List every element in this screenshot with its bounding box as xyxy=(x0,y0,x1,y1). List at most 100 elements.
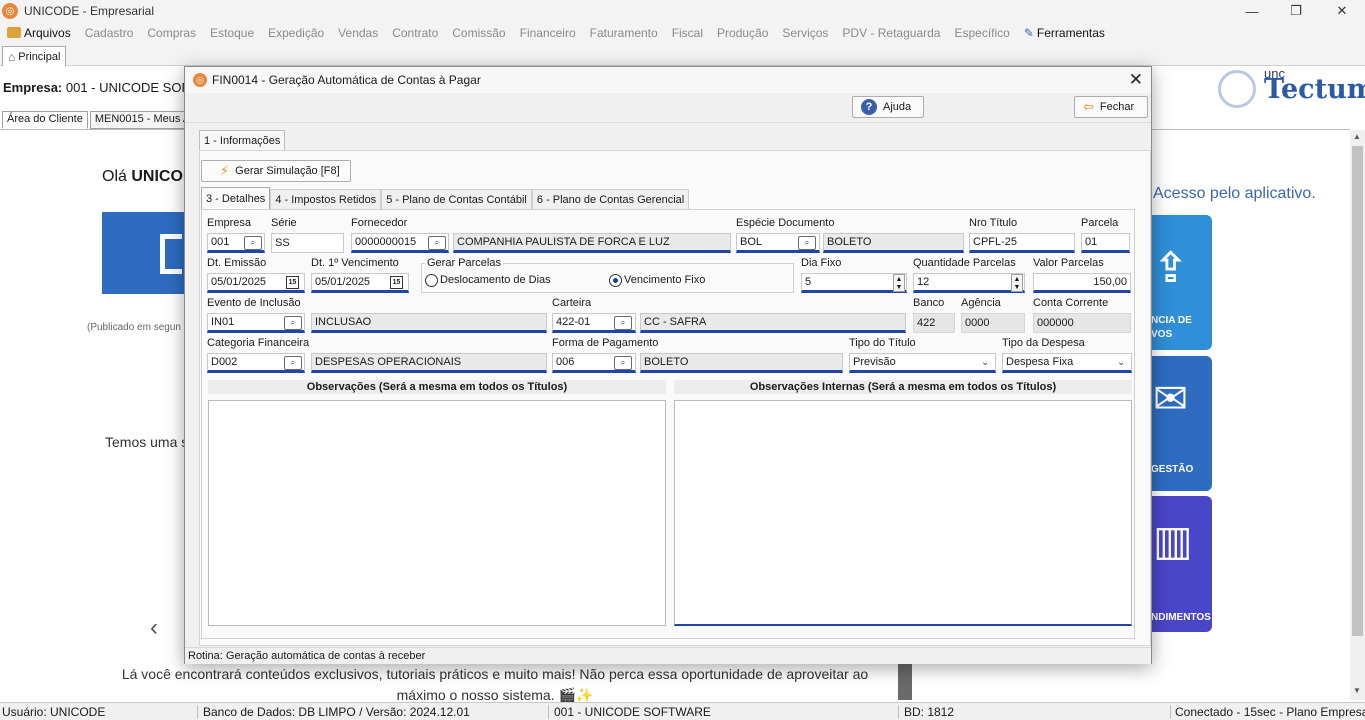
tab-principal[interactable]: ⌂ Principal xyxy=(2,46,67,66)
tipo-despesa-select[interactable]: Despesa Fixa xyxy=(1002,353,1132,373)
qtd-parcelas-spinner[interactable]: ▲ ▼ xyxy=(1011,274,1023,292)
tab-impostos-retidos[interactable]: 4 - Impostos Retidos xyxy=(270,189,382,209)
tools-icon: ✎ xyxy=(1023,26,1034,40)
window-title: UNICODE - Empresarial xyxy=(24,4,155,18)
status-bd: BD: 1812 xyxy=(904,705,955,719)
close-button[interactable]: ⇦ Fechar xyxy=(1074,96,1148,118)
tectum-logo: unc Tectum xyxy=(1218,66,1365,112)
evento-name-field: INCLUSAO xyxy=(311,313,547,333)
menu-cadastro[interactable]: Cadastro xyxy=(78,26,141,40)
dialog-title: FIN0014 - Geração Automática de Contas à… xyxy=(212,73,481,87)
tab-plano-gerencial[interactable]: 6 - Plano de Contas Gerencial xyxy=(531,189,690,209)
gerar-parcelas-label: Gerar Parcelas xyxy=(425,257,503,269)
valor-parcelas-field[interactable]: 150,00 xyxy=(1033,273,1131,293)
tipo-titulo-select[interactable]: Previsão xyxy=(849,353,996,373)
chevron-down-icon[interactable]: ⌄ xyxy=(1117,357,1125,368)
status-db: Banco de Dados: DB LIMPO / Versão: 2024.… xyxy=(203,705,470,719)
menu-faturamento[interactable]: Faturamento xyxy=(583,26,665,40)
card-transferencia[interactable]: ⇪ NCIA DE VOS xyxy=(1147,215,1212,350)
obs-textarea[interactable] xyxy=(208,400,666,626)
radio-vencimento-fixo-label[interactable]: Vencimento Fixo xyxy=(624,274,705,286)
menu-financeiro[interactable]: Financeiro xyxy=(513,26,583,40)
carteira-lookup-icon[interactable]: ⌕ xyxy=(614,316,632,330)
promo-text: Lá você encontrará conteúdos exclusivos,… xyxy=(121,666,869,703)
fornecedor-lookup-icon[interactable]: ⌕ xyxy=(428,236,446,250)
menu-ferramentas[interactable]: ✎ Ferramentas xyxy=(1017,26,1112,40)
scroll-down-icon[interactable]: ▼ xyxy=(1353,686,1361,695)
status-sep xyxy=(898,705,899,719)
agencia-label: Agência xyxy=(961,297,1001,309)
forma-pgto-label: Forma de Pagamento xyxy=(552,337,659,349)
evento-lookup-icon[interactable]: ⌕ xyxy=(284,316,302,330)
gear-icon xyxy=(1218,70,1256,108)
radio-deslocamento-label[interactable]: Deslocamento de Dias xyxy=(440,274,551,286)
parcela-field[interactable]: 01 xyxy=(1081,233,1130,253)
menu-servicos[interactable]: Serviços xyxy=(775,26,835,40)
chevron-down-icon[interactable]: ⌄ xyxy=(981,357,989,368)
tab-detalhes[interactable]: 3 - Detalhes xyxy=(201,187,271,209)
carousel-prev-icon[interactable]: ‹ xyxy=(150,614,158,642)
restore-button[interactable]: ❐ xyxy=(1273,0,1319,22)
scroll-thumb[interactable] xyxy=(1352,146,1363,636)
conta-label: Conta Corrente xyxy=(1033,297,1109,309)
help-icon: ? xyxy=(861,99,877,115)
qtd-parcelas-field[interactable]: 12 xyxy=(913,273,1025,293)
dialog-app-icon: ◎ xyxy=(193,73,207,87)
menu-producao[interactable]: Produção xyxy=(710,26,775,40)
calendar-icon[interactable]: 15 xyxy=(390,276,403,289)
valor-parcelas-label: Valor Parcelas xyxy=(1033,257,1104,269)
dialog-close-icon[interactable]: ✕ xyxy=(1129,70,1143,90)
dia-fixo-spinner[interactable]: ▲ ▼ xyxy=(893,274,905,292)
nro-titulo-field[interactable]: CPFL-25 xyxy=(969,233,1075,253)
help-button[interactable]: ? Ajuda xyxy=(852,96,924,118)
menu-pdv-retaguarda[interactable]: PDV - Retaguarda xyxy=(835,26,947,40)
categoria-lookup-icon[interactable]: ⌕ xyxy=(284,356,302,370)
upload-icon: ⇪ xyxy=(1153,244,1189,291)
menu-arquivos[interactable]: Arquivos xyxy=(0,26,78,40)
obs-internas-textarea[interactable] xyxy=(674,400,1132,626)
menu-compras[interactable]: Compras xyxy=(140,26,203,40)
parcela-label: Parcela xyxy=(1081,217,1119,229)
banco-label: Banco xyxy=(913,297,945,309)
detail-tabs: 3 - Detalhes 4 - Impostos Retidos 5 - Pl… xyxy=(201,187,690,209)
conta-field: 000000 xyxy=(1033,313,1131,333)
card-atendimentos[interactable]: ▥ NDIMENTOS xyxy=(1147,496,1212,632)
dia-fixo-label: Dia Fixo xyxy=(801,257,842,269)
tab-plano-contabil[interactable]: 5 - Plano de Contas Contábil xyxy=(381,189,532,209)
menu-vendas[interactable]: Vendas xyxy=(331,26,385,40)
calendar-icon[interactable]: 15 xyxy=(286,276,299,289)
forma-pgto-lookup-icon[interactable]: ⌕ xyxy=(614,356,632,370)
greeting: Olá UNICOI xyxy=(102,168,188,185)
radio-deslocamento[interactable] xyxy=(425,274,438,287)
chart-icon: ▥ xyxy=(1153,517,1193,564)
main-tabbar: ⌂ Principal xyxy=(0,44,1365,66)
tab-informacoes[interactable]: 1 - Informações xyxy=(199,130,286,150)
menu-estoque[interactable]: Estoque xyxy=(203,26,261,40)
serie-field[interactable]: SS xyxy=(271,233,344,253)
lightning-icon: ⚡ xyxy=(220,163,230,178)
menu-fiscal[interactable]: Fiscal xyxy=(665,26,710,40)
especie-lookup-icon[interactable]: ⌕ xyxy=(798,236,816,250)
menu-especifico[interactable]: Específico xyxy=(947,26,1016,40)
menu-contrato[interactable]: Contrato xyxy=(385,26,445,40)
menu-expedicao[interactable]: Expedição xyxy=(261,26,331,40)
radio-vencimento-fixo[interactable] xyxy=(609,274,622,287)
tab-area-cliente[interactable]: Área do Cliente xyxy=(2,111,88,129)
minimize-button[interactable]: — xyxy=(1229,0,1275,22)
close-window-button[interactable]: ✕ xyxy=(1319,0,1365,22)
serie-label: Série xyxy=(271,217,297,229)
especie-label: Espécie Documento xyxy=(736,217,835,229)
dia-fixo-field[interactable]: 5 xyxy=(801,273,907,293)
card-gestao[interactable]: ✉ GESTÃO xyxy=(1147,356,1212,491)
window-titlebar: ◎ UNICODE - Empresarial — ❐ ✕ xyxy=(0,0,1365,22)
qtd-parcelas-label: Quantidade Parcelas xyxy=(913,257,1016,269)
page-scrollbar[interactable]: ▲ ▼ xyxy=(1350,130,1365,700)
generate-simulation-button[interactable]: ⚡ Gerar Simulação [F8] xyxy=(201,160,351,182)
app-logo-icon: ◎ xyxy=(2,3,18,19)
forma-pgto-name-field: BOLETO xyxy=(640,353,843,373)
status-user: Usuário: UNICODE xyxy=(2,705,106,719)
empresa-lookup-icon[interactable]: ⌕ xyxy=(244,236,262,250)
especie-name-field: BOLETO xyxy=(823,233,964,253)
scroll-up-icon[interactable]: ▲ xyxy=(1353,132,1361,141)
menu-comissao[interactable]: Comissão xyxy=(445,26,512,40)
